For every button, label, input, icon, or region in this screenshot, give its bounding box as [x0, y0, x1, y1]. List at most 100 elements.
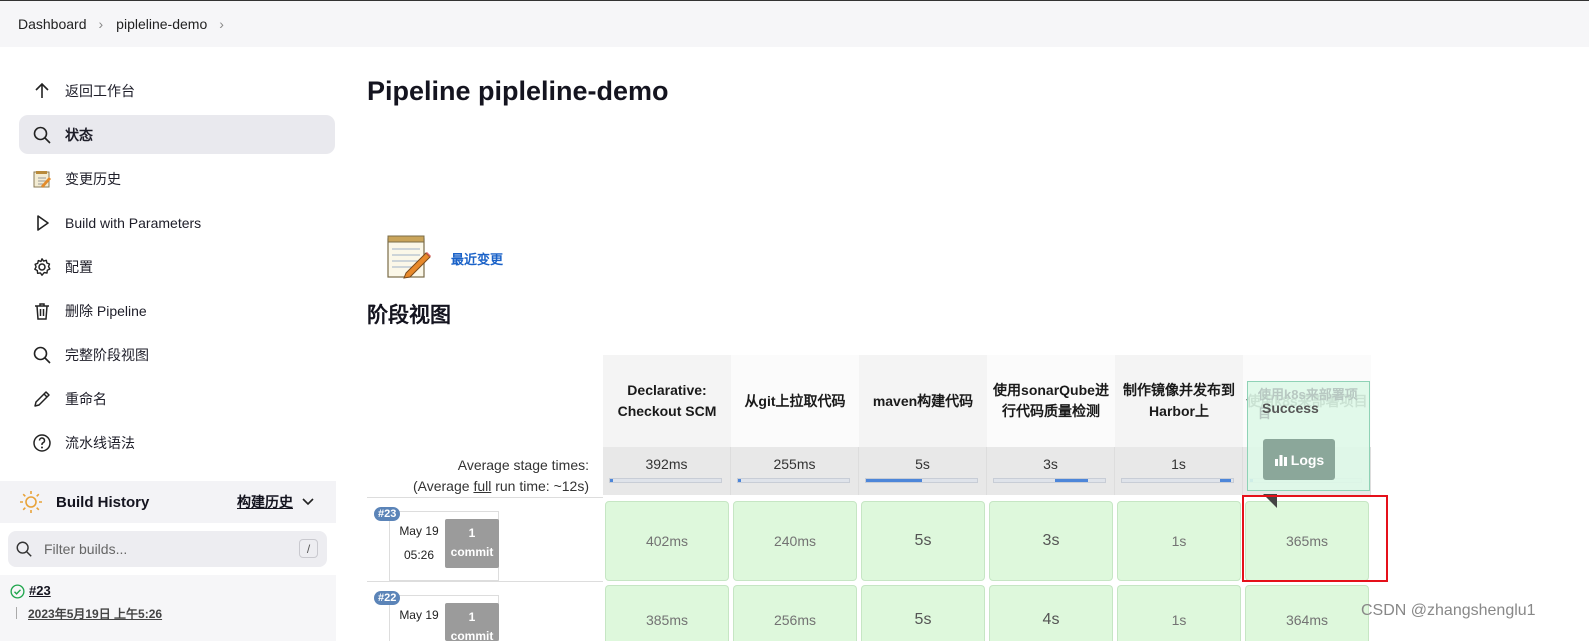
success-check-icon	[10, 584, 25, 599]
average-stage-times-label: Average stage times: (Average full run t…	[367, 455, 589, 497]
breadcrumb-dashboard[interactable]: Dashboard	[18, 16, 87, 32]
sidebar-item-label: 重命名	[65, 390, 107, 407]
avg-time-cell: 392ms	[603, 447, 731, 495]
sidebar-item-label: 配置	[65, 258, 93, 275]
page-title: Pipeline pipleline-demo	[367, 76, 669, 106]
stage-status-popup: 使用k8s来部署项目 Success Logs	[1247, 381, 1370, 491]
divider	[367, 581, 603, 582]
search-icon	[16, 541, 32, 557]
help-icon	[19, 433, 65, 453]
commit-count-button[interactable]: 1 commit	[445, 603, 499, 641]
avg-label-prefix: (Average	[412, 478, 474, 494]
sidebar-item-configure[interactable]: 配置	[19, 247, 335, 286]
sidebar-item-rename[interactable]: 重命名	[19, 379, 335, 418]
filter-builds-input[interactable]: Filter builds... /	[8, 531, 327, 567]
avg-progress-bar	[865, 478, 978, 483]
avg-time-cell: 255ms	[731, 447, 859, 495]
build-date: May 19	[399, 608, 439, 622]
avg-time-cell: 3s	[987, 447, 1115, 495]
stage-cell[interactable]: 4s	[989, 585, 1113, 641]
avg-progress-bar	[1121, 478, 1234, 483]
sidebar-item-label: Build with Parameters	[65, 214, 202, 231]
stage-view-table: Declarative: Checkout SCM 从git上拉取代码 mave…	[367, 355, 1375, 641]
trash-icon	[19, 301, 65, 321]
avg-time: 5s	[915, 456, 930, 472]
stage-header: Declarative: Checkout SCM	[603, 355, 731, 447]
commit-label: commit	[450, 545, 494, 559]
commit-count: 1	[468, 610, 476, 624]
logs-label: Logs	[1290, 451, 1325, 468]
sidebar-item-change-history[interactable]: 变更历史	[19, 159, 335, 198]
sidebar-item-label: 返回工作台	[65, 82, 135, 99]
sidebar-item-pipeline-syntax[interactable]: 流水线语法	[19, 423, 335, 462]
build-number-badge[interactable]: #22	[374, 591, 401, 605]
stage-cell[interactable]: 256ms	[733, 585, 857, 641]
stage-cell[interactable]: 5s	[861, 501, 985, 581]
avg-time: 1s	[1171, 456, 1186, 472]
avg-label-line2: (Average full run time: ~12s)	[367, 476, 589, 497]
avg-time: 255ms	[773, 456, 816, 472]
filter-shortcut: /	[299, 539, 318, 558]
build-history-entry[interactable]: #23 2023年5月19日 上午5:26	[0, 575, 336, 641]
recent-changes-link[interactable]: 最近变更	[451, 249, 503, 268]
play-icon	[19, 213, 65, 233]
stage-header: 从git上拉取代码	[731, 355, 859, 447]
sidebar-item-label: 状态	[65, 126, 93, 143]
commit-count: 1	[468, 526, 476, 540]
build-date: May 19	[399, 524, 439, 538]
avg-time-cell: 5s	[859, 447, 987, 495]
popup-status: Success	[1262, 400, 1319, 416]
chevron-down-icon[interactable]	[301, 495, 315, 509]
chevron-right-icon: ›	[98, 16, 104, 32]
sidebar-item-label: 完整阶段视图	[65, 346, 149, 363]
stage-cell[interactable]: 364ms	[1245, 585, 1369, 641]
stage-header: maven构建代码	[859, 355, 987, 447]
logs-button[interactable]: Logs	[1263, 439, 1335, 480]
divider	[16, 607, 17, 619]
sidebar-item-label: 删除 Pipeline	[65, 302, 147, 319]
sidebar-item-delete-pipeline[interactable]: 删除 Pipeline	[19, 291, 335, 330]
build-number-badge[interactable]: #23	[374, 507, 401, 521]
sidebar: 返回工作台 状态 变更历史 Build with Parameters 配置 删…	[0, 47, 350, 641]
sidebar-item-build-with-parameters[interactable]: Build with Parameters	[19, 203, 335, 242]
commit-count-button[interactable]: 1 commit	[445, 519, 499, 568]
sidebar-item-label: 变更历史	[65, 170, 121, 187]
build-date-link[interactable]: 2023年5月19日 上午5:26	[28, 605, 162, 622]
avg-time-cell: 1s	[1115, 447, 1243, 495]
stage-cell[interactable]: 385ms	[605, 585, 729, 641]
build-number-link[interactable]: #23	[29, 583, 51, 598]
breadcrumb-job[interactable]: pipleline-demo	[116, 16, 207, 32]
sidebar-item-back-to-workbench[interactable]: 返回工作台	[19, 71, 335, 110]
stage-view-title: 阶段视图	[367, 304, 451, 327]
stage-header: 使用sonarQube进行代码质量检测	[987, 355, 1115, 447]
stage-cell[interactable]: 5s	[861, 585, 985, 641]
avg-label-suffix: run time: ~12s)	[491, 478, 589, 494]
sidebar-item-status[interactable]: 状态	[19, 115, 335, 154]
avg-progress-bar	[993, 478, 1106, 483]
arrow-up-icon	[19, 81, 65, 101]
gear-icon	[19, 257, 65, 277]
watermark: CSDN @zhangshenglu1	[1361, 602, 1536, 619]
highlight-annotation	[1242, 495, 1388, 582]
stage-cell[interactable]: 402ms	[605, 501, 729, 581]
search-icon	[19, 345, 65, 365]
sidebar-item-full-stage-view[interactable]: 完整阶段视图	[19, 335, 335, 374]
bar-chart-icon	[1274, 455, 1287, 466]
commit-label: commit	[450, 629, 494, 641]
stage-cell[interactable]: 3s	[989, 501, 1113, 581]
divider	[367, 497, 603, 498]
avg-label-line1: Average stage times:	[457, 457, 589, 473]
sun-icon	[20, 491, 42, 513]
stage-cell[interactable]: 1s	[1117, 501, 1241, 581]
sidebar-item-label: 流水线语法	[65, 434, 135, 451]
full-run-link[interactable]: full	[473, 478, 491, 494]
notepad-icon	[19, 169, 65, 189]
stage-cell[interactable]: 1s	[1117, 585, 1241, 641]
stage-cell[interactable]: 240ms	[733, 501, 857, 581]
chevron-right-icon[interactable]: ›	[219, 16, 224, 32]
build-history-link[interactable]: 构建历史	[237, 492, 293, 512]
avg-time: 392ms	[645, 456, 688, 472]
search-icon	[19, 125, 65, 145]
stage-header: 制作镜像并发布到Harbor上	[1115, 355, 1243, 447]
build-history-title: Build History	[56, 493, 150, 511]
